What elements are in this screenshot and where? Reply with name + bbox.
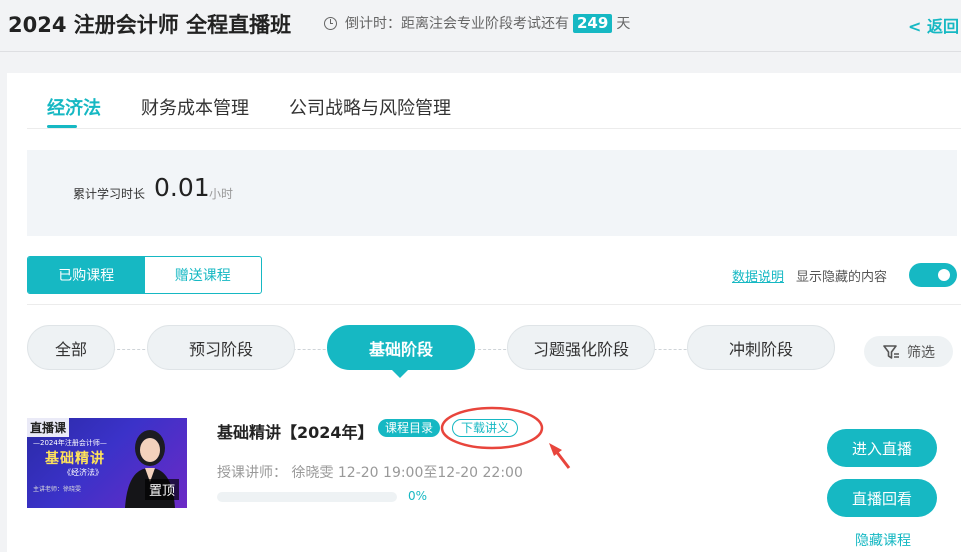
course-name[interactable]: 基础精讲【2024年】 (217, 419, 374, 443)
teacher-schedule: 授课讲师： 徐晓雯 12-20 19:00至12-20 22:00 (217, 465, 523, 481)
filter-label: 筛选 (907, 344, 935, 361)
clock-icon (324, 16, 337, 30)
active-stage-pointer (391, 369, 409, 378)
course-catalog-button[interactable]: 课程目录 (378, 419, 441, 437)
study-time-unit: 小时 (209, 187, 234, 201)
tab-corporate-strategy-risk[interactable]: 公司战略与风险管理 (289, 94, 451, 120)
pinned-badge: 置顶 (144, 479, 179, 500)
thumbnail-teacher-caption: 主讲老师：徐晓雯 (33, 486, 82, 493)
progress-bar (217, 492, 397, 502)
stage-preview[interactable]: 预习阶段 (147, 325, 295, 370)
live-course-tag: 直播课 (27, 418, 70, 437)
countdown-days-badge: 249 (573, 13, 613, 33)
tab-economic-law[interactable]: 经济法 (47, 94, 101, 120)
stage-foundation[interactable]: 基础阶段 (327, 325, 475, 370)
page-title: 2024 注册会计师 全程直播班 (8, 13, 292, 37)
subject-tabs: 经济法 财务成本管理 公司战略与风险管理 (27, 73, 961, 129)
progress-percent: 0% (408, 489, 428, 503)
thumbnail-subtitle: —2024年注册会计师— (33, 439, 107, 447)
show-hidden-switch[interactable] (909, 263, 957, 287)
purchased-courses-tab[interactable]: 已购课程 (28, 257, 145, 293)
countdown-suffix: 天 (616, 16, 631, 32)
active-tab-indicator (47, 125, 77, 128)
data-note-link[interactable]: 数据说明 (732, 266, 784, 285)
thumbnail-subject: 《经济法》 (63, 468, 103, 477)
gifted-courses-tab[interactable]: 赠送课程 (145, 257, 262, 293)
stage-sprint[interactable]: 冲刺阶段 (687, 325, 835, 370)
main-panel: 经济法 财务成本管理 公司战略与风险管理 累计学习时长 0.01 小时 已购课程… (7, 73, 961, 552)
course-type-toggle: 已购课程 赠送课程 (27, 256, 262, 294)
enter-live-button[interactable]: 进入直播 (827, 429, 937, 467)
stage-exercise[interactable]: 习题强化阶段 (507, 325, 655, 370)
exam-countdown: 倒计时：距离注会专业阶段考试还有 249 天 (324, 13, 630, 33)
thumbnail-main-title: 基础精讲 (45, 451, 105, 467)
divider (27, 304, 961, 305)
study-stats: 累计学习时长 0.01 小时 (27, 150, 957, 236)
countdown-prefix: 倒计时：距离注会专业阶段考试还有 (345, 16, 569, 32)
show-hidden-label: 显示隐藏的内容 (796, 270, 888, 285)
hide-course-link[interactable]: 隐藏课程 (855, 530, 911, 550)
stage-all[interactable]: 全部 (27, 325, 115, 370)
study-time-value: 0.01 (154, 173, 210, 202)
study-time-label: 累计学习时长 (73, 187, 146, 201)
back-link[interactable]: < 返回 (908, 13, 959, 37)
top-bar: 2024 注册会计师 全程直播班 倒计时：距离注会专业阶段考试还有 249 天 … (0, 0, 961, 52)
switch-knob (938, 269, 950, 281)
course-thumbnail[interactable]: 直播课 —2024年注册会计师— 基础精讲 《经济法》 主讲老师：徐晓雯 置顶 (27, 418, 187, 508)
filter-funnel-icon (883, 344, 899, 359)
filter-button[interactable]: 筛选 (864, 336, 953, 367)
live-replay-button[interactable]: 直播回看 (827, 479, 937, 517)
tab-financial-cost-management[interactable]: 财务成本管理 (141, 94, 249, 120)
